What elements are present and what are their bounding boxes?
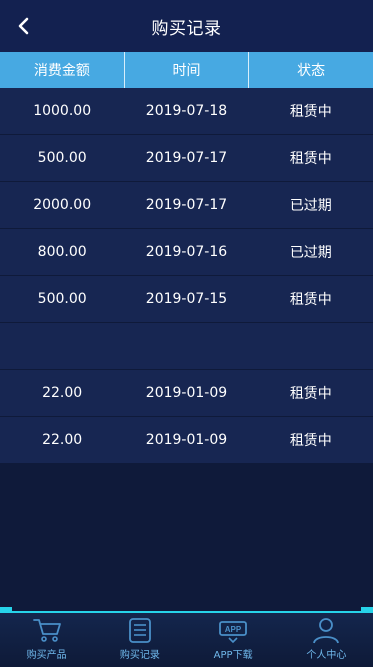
cell-status: 租赁中 xyxy=(289,292,332,308)
nav-item-personal-center[interactable]: 个人中心 xyxy=(280,613,373,667)
table-row: 800.00 2019-07-16 已过期 xyxy=(0,229,373,276)
records-icon xyxy=(128,618,151,643)
cell-time: 2019-01-09 xyxy=(145,432,228,448)
cell-status: 租赁中 xyxy=(289,151,332,167)
table-row: 22.00 2019-01-09 租赁中 xyxy=(0,417,373,464)
table-row: 500.00 2019-07-17 租赁中 xyxy=(0,135,373,182)
table-row: 2000.00 2019-07-17 已过期 xyxy=(0,182,373,229)
cell-amount: 1000.00 xyxy=(33,103,92,119)
chevron-left-icon xyxy=(18,17,29,35)
header-bar: 购买记录 xyxy=(0,0,373,52)
cell-time: 2019-07-15 xyxy=(145,291,228,307)
cell-status: 已过期 xyxy=(289,198,332,214)
cell-time: 2019-07-17 xyxy=(145,197,228,213)
nav-decoration xyxy=(0,607,12,613)
column-header-status: 状态 xyxy=(297,63,326,79)
back-button[interactable] xyxy=(10,12,38,40)
cell-amount: 500.00 xyxy=(37,291,87,307)
nav-label: 购买记录 xyxy=(119,650,160,661)
table-header: 消费金额 时间 状态 xyxy=(0,52,373,88)
cell-time: 2019-07-16 xyxy=(145,244,228,260)
page-title: 购买记录 xyxy=(151,18,222,39)
cell-time: 2019-07-18 xyxy=(145,103,228,119)
bottom-nav: 购买产品 购买记录 APP APP下载 个人中心 xyxy=(0,607,373,667)
cell-status: 已过期 xyxy=(289,245,332,261)
table-row: 1000.00 2019-07-18 租赁中 xyxy=(0,88,373,135)
app-root: 购买记录 消费金额 时间 状态 1000.00 2019-07-18 租赁中 5… xyxy=(0,0,373,667)
cell-amount: 800.00 xyxy=(37,244,87,260)
nav-item-app-download[interactable]: APP APP下载 xyxy=(187,613,280,667)
nav-label: 个人中心 xyxy=(306,650,347,661)
cell-amount: 22.00 xyxy=(42,432,83,448)
nav-label: APP下载 xyxy=(213,650,253,661)
table-row: 22.00 2019-01-09 租赁中 xyxy=(0,370,373,417)
cell-amount: 2000.00 xyxy=(33,197,92,213)
column-header-amount: 消费金额 xyxy=(0,52,125,88)
nav-item-buy-products[interactable]: 购买产品 xyxy=(0,613,93,667)
nav-label: 购买产品 xyxy=(26,650,67,661)
cart-icon xyxy=(32,619,61,642)
svg-text:APP: APP xyxy=(225,625,242,634)
user-icon xyxy=(313,618,340,644)
cell-amount: 500.00 xyxy=(37,150,87,166)
cell-status: 租赁中 xyxy=(289,386,332,402)
cell-amount: 22.00 xyxy=(42,385,83,401)
table-row: 500.00 2019-07-15 租赁中 xyxy=(0,276,373,323)
column-header-time: 时间 xyxy=(125,52,250,88)
nav-decoration xyxy=(361,607,373,613)
app-download-icon: APP xyxy=(219,621,248,644)
table-body: 1000.00 2019-07-18 租赁中 500.00 2019-07-17… xyxy=(0,88,373,464)
table-row xyxy=(0,323,373,370)
cell-time: 2019-01-09 xyxy=(145,385,228,401)
cell-time: 2019-07-17 xyxy=(145,150,228,166)
cell-status: 租赁中 xyxy=(289,104,332,120)
nav-item-purchase-records[interactable]: 购买记录 xyxy=(93,613,186,667)
cell-status: 租赁中 xyxy=(289,433,332,449)
